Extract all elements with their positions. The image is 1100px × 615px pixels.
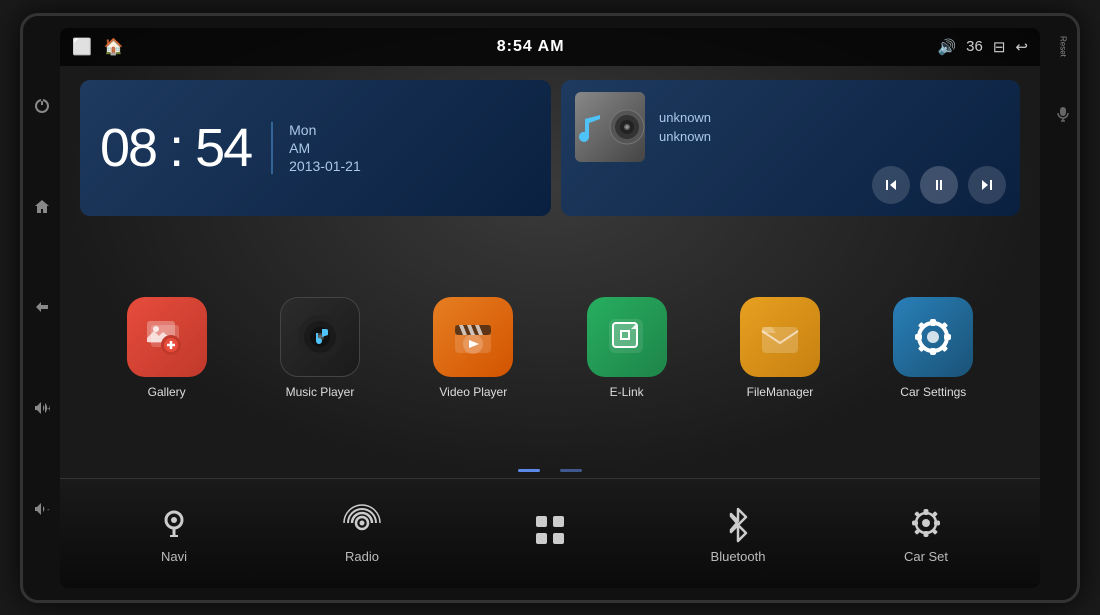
home-status-icon: 🏠 (104, 37, 124, 57)
right-button-panel: Reset (1057, 16, 1069, 600)
app-file-manager[interactable]: FileManager (740, 297, 820, 399)
widgets-row: 08 : 54 Mon AM 2013-01-21 (60, 66, 1040, 226)
music-note-icon (575, 109, 605, 145)
left-button-panel: + - (31, 16, 53, 600)
device-outer: + - Reset ⬜ 🏠 8:54 AM (20, 13, 1080, 603)
svg-text:+: + (47, 404, 50, 413)
bluetooth-label: Bluetooth (711, 549, 766, 564)
music-info: unknown unknown (575, 92, 1006, 162)
reset-button[interactable]: Reset (1059, 36, 1068, 57)
main-screen: ⬜ 🏠 8:54 AM 🔊 36 ⊟ ↩ 08 : 54 Mon (60, 28, 1040, 588)
next-button[interactable] (968, 166, 1006, 204)
taskbar: Navi Radio (60, 478, 1040, 588)
car-settings-label: Car Settings (900, 385, 966, 399)
video-player-icon (433, 297, 513, 377)
status-right: 🔊 36 ⊟ ↩ (937, 38, 1028, 56)
gallery-label: Gallery (148, 385, 186, 399)
clock-widget: 08 : 54 Mon AM 2013-01-21 (80, 80, 551, 216)
app-video-player[interactable]: Video Player (433, 297, 513, 399)
car-set-label: Car Set (904, 549, 948, 564)
window-icon: ⬜ (72, 37, 92, 57)
main-content: 08 : 54 Mon AM 2013-01-21 (60, 66, 1040, 478)
page-dot-1[interactable] (518, 469, 540, 472)
navi-label: Navi (161, 549, 187, 564)
music-controls (575, 166, 1006, 204)
vol-down-button[interactable]: - (31, 498, 53, 520)
radio-label: Radio (345, 549, 379, 564)
track-title: unknown (659, 110, 711, 125)
elink-label: E-Link (610, 385, 644, 399)
prev-button[interactable] (872, 166, 910, 204)
volume-icon: 🔊 (937, 38, 956, 56)
radio-icon (342, 503, 382, 543)
power-button[interactable] (31, 95, 53, 117)
disc-icon (609, 109, 645, 145)
taskbar-bluetooth[interactable]: Bluetooth (698, 503, 778, 564)
app-car-settings[interactable]: Car Settings (893, 297, 973, 399)
file-manager-icon (740, 297, 820, 377)
car-settings-svg (907, 311, 959, 363)
taskbar-apps[interactable] (510, 510, 590, 556)
bluetooth-icon (718, 503, 758, 543)
back-status-icon: ↩ (1015, 38, 1028, 56)
music-player-label: Music Player (286, 385, 355, 399)
gallery-svg (143, 313, 191, 361)
page-dots (60, 463, 1040, 478)
clock-day: Mon (289, 122, 361, 138)
elink-icon (587, 297, 667, 377)
mic-button[interactable] (1057, 106, 1069, 122)
back-button[interactable] (31, 296, 53, 318)
taskbar-car-set[interactable]: Car Set (886, 503, 966, 564)
app-music-player[interactable]: Music Player (280, 297, 360, 399)
car-set-icon (906, 503, 946, 543)
video-player-svg (447, 311, 499, 363)
album-art-inner (575, 109, 645, 145)
navi-icon (154, 503, 194, 543)
taskbar-radio[interactable]: Radio (322, 503, 402, 564)
play-pause-button[interactable] (920, 166, 958, 204)
apps-icon: ⊟ (993, 38, 1006, 56)
page-dot-2[interactable] (560, 469, 582, 472)
apps-grid-icon (530, 510, 570, 550)
track-artist: unknown (659, 129, 711, 144)
status-left: ⬜ 🏠 (72, 37, 124, 57)
video-player-label: Video Player (439, 385, 507, 399)
gallery-icon (127, 297, 207, 377)
clock-time: 08 : 54 (100, 117, 251, 179)
music-player-icon (280, 297, 360, 377)
home-button[interactable] (31, 196, 53, 218)
apps-grid: Gallery M (60, 226, 1040, 463)
music-player-svg (294, 311, 346, 363)
svg-text:-: - (47, 505, 50, 514)
clock-date: Mon AM 2013-01-21 (271, 122, 361, 174)
track-meta: unknown unknown (659, 110, 711, 144)
file-manager-label: FileManager (747, 385, 814, 399)
album-art (575, 92, 645, 162)
file-manager-svg (754, 311, 806, 363)
car-settings-icon (893, 297, 973, 377)
music-widget: unknown unknown (561, 80, 1020, 216)
status-bar: ⬜ 🏠 8:54 AM 🔊 36 ⊟ ↩ (60, 28, 1040, 66)
clock-period: AM (289, 140, 361, 156)
taskbar-navi[interactable]: Navi (134, 503, 214, 564)
app-gallery[interactable]: Gallery (127, 297, 207, 399)
status-time: 8:54 AM (497, 38, 565, 56)
volume-level: 36 (966, 38, 983, 55)
vol-up-button[interactable]: + (31, 397, 53, 419)
elink-svg (601, 311, 653, 363)
app-elink[interactable]: E-Link (587, 297, 667, 399)
clock-date-value: 2013-01-21 (289, 158, 361, 174)
